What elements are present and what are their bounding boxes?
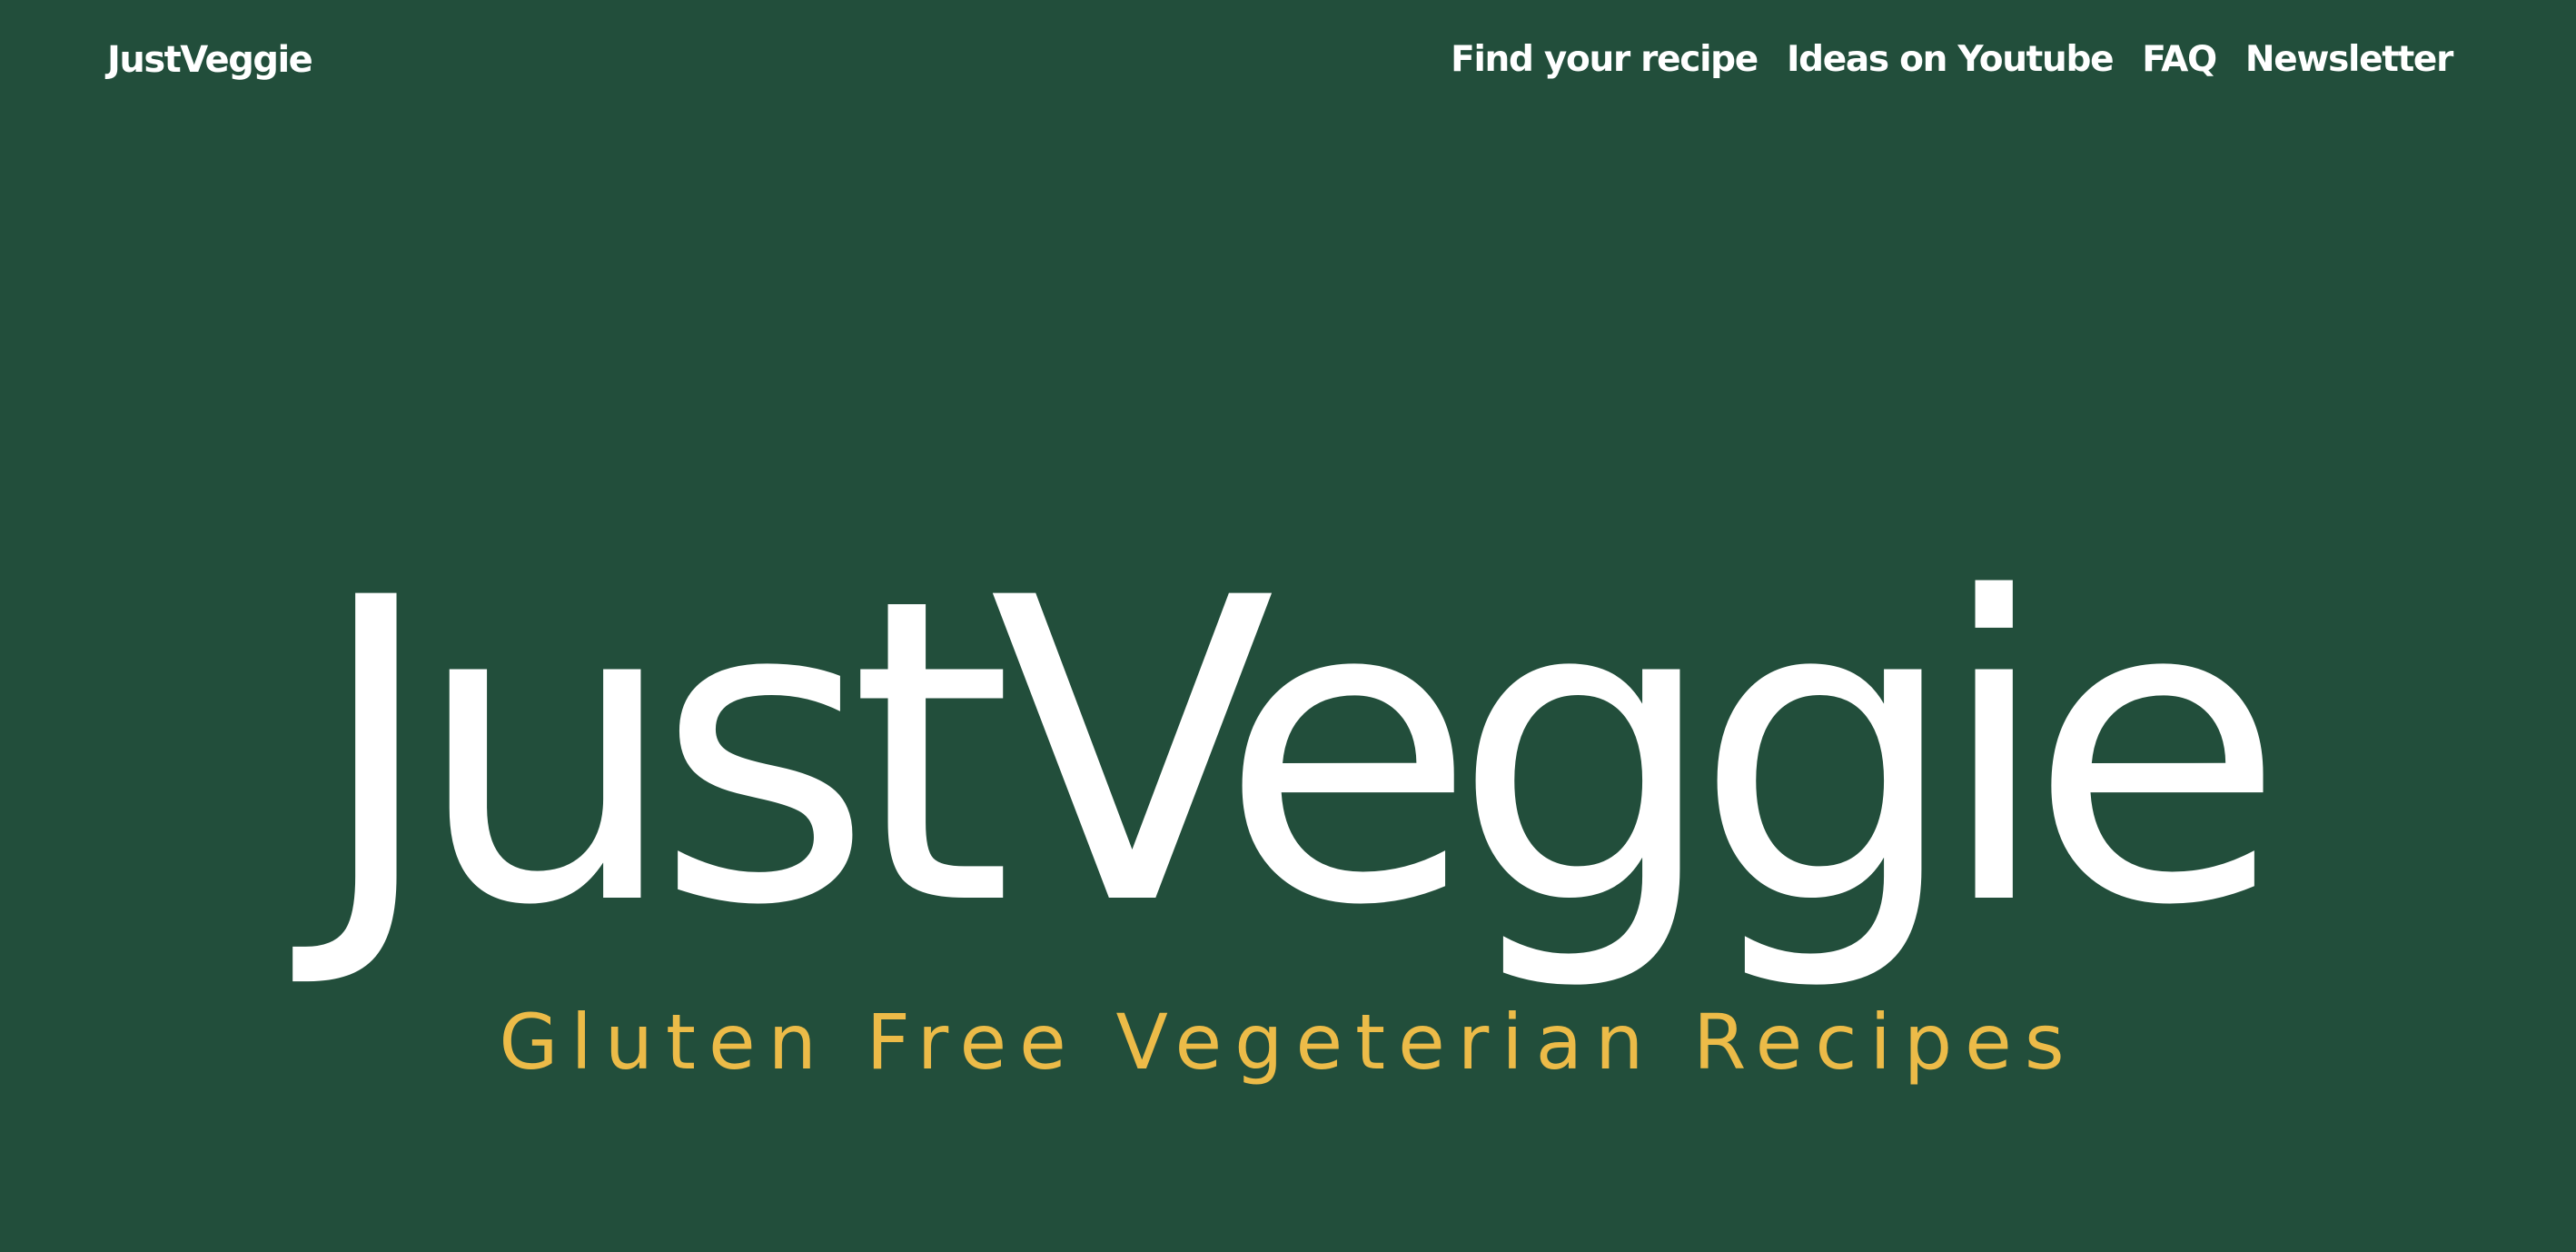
nav-link-faq[interactable]: FAQ <box>2142 36 2217 84</box>
nav-link-youtube[interactable]: Ideas on Youtube <box>1787 36 2115 84</box>
main-nav: Find your recipe Ideas on Youtube FAQ Ne… <box>1451 36 2453 84</box>
nav-link-find-recipe[interactable]: Find your recipe <box>1451 36 1759 84</box>
brand-logo-link[interactable]: JustVeggie <box>107 36 313 84</box>
top-navigation-bar: JustVeggie Find your recipe Ideas on You… <box>0 0 2576 118</box>
nav-link-newsletter[interactable]: Newsletter <box>2245 36 2453 84</box>
hero-section: JustVeggie Gluten Free Vegeterian Recipe… <box>0 509 2576 1087</box>
hero-subtitle: Gluten Free Vegeterian Recipes <box>499 998 2077 1087</box>
hero-title: JustVeggie <box>314 511 2285 997</box>
